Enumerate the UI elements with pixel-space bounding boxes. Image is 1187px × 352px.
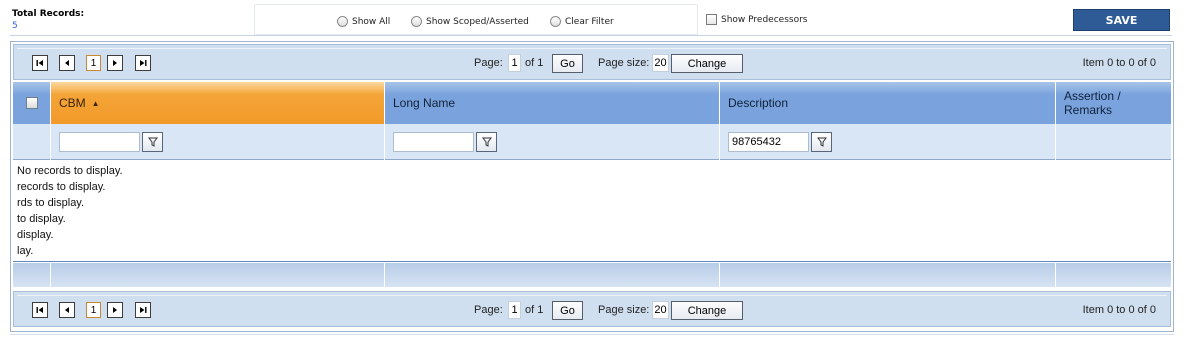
go-button[interactable]: Go [552,301,583,320]
total-records-label: Total Records: [12,9,85,19]
column-header-assertion-remarks[interactable]: Assertion / Remarks [1056,82,1171,124]
prev-page-icon [65,60,69,66]
page-input[interactable]: 1 [508,54,521,72]
description-filter-input[interactable]: 98765432 [728,132,809,152]
long-name-filter-button[interactable] [476,132,497,152]
column-header-label: Assertion / Remarks [1064,89,1121,117]
clear-filter-label: Clear Filter [565,16,614,27]
checkbox-icon[interactable] [706,14,717,25]
no-records-message: No records to display. [17,165,123,177]
column-header-long-name[interactable]: Long Name [385,82,720,124]
column-header-description[interactable]: Description [720,82,1056,124]
no-records-message: to display. [17,213,66,225]
page-of-label: of 1 [525,304,544,316]
last-page-icon [140,60,147,66]
divider [10,35,1172,36]
last-page-icon [140,307,147,313]
next-page-icon [113,307,117,313]
page-link-1[interactable]: 1 [86,55,101,71]
page-label: Page: [474,304,503,316]
long-name-filter-input[interactable] [393,132,474,152]
filter-cell-cbm [51,124,385,160]
prev-page-button[interactable] [59,302,75,318]
radio-button-icon[interactable] [550,16,561,27]
next-page-icon [113,60,117,66]
filter-cell-long-name [385,124,720,160]
page-size-label: Page size: [598,304,650,316]
page-of-label: of 1 [525,57,544,69]
item-range-info: Item 0 to 0 of 0 [1082,57,1156,69]
prev-page-icon [65,307,69,313]
last-page-button[interactable] [135,302,151,318]
filter-row: 98765432 [13,124,1171,160]
column-header-label: Long Name [393,96,456,110]
next-page-button[interactable] [107,302,123,318]
pager-bottom: 1 Page: 1 of 1 Go Page size: 20 Change I… [13,291,1171,327]
show-scoped-asserted-label: Show Scoped/Asserted [426,16,529,27]
show-predecessors-label: Show Predecessors [721,14,808,25]
prev-page-button[interactable] [59,55,75,71]
item-range-info: Item 0 to 0 of 0 [1082,304,1156,316]
last-page-button[interactable] [135,55,151,71]
next-page-button[interactable] [107,55,123,71]
show-predecessors-checkbox[interactable]: Show Predecessors [706,14,807,25]
total-records-value: 5 [12,21,18,31]
view-filter-group: Show All Show Scoped/Asserted Clear Filt… [254,4,698,35]
show-all-radio[interactable]: Show All [337,16,390,27]
grid-footer-row [13,263,1171,287]
clear-filter-radio[interactable]: Clear Filter [550,16,614,27]
save-button[interactable]: SAVE [1073,9,1170,31]
page-input[interactable]: 1 [508,301,521,319]
first-page-button[interactable] [32,55,48,71]
radio-button-icon[interactable] [337,16,348,27]
first-page-icon [36,307,43,313]
select-all-checkbox-icon[interactable] [25,97,38,109]
sort-ascending-icon: ▲ [91,98,100,108]
page-size-input[interactable]: 20 [652,301,669,319]
column-header-row: CBM ▲ Long Name Description Assertion / … [13,82,1171,124]
column-header-cbm[interactable]: CBM ▲ [51,82,385,124]
show-scoped-asserted-radio[interactable]: Show Scoped/Asserted [411,16,529,27]
no-records-message: display. [17,229,54,241]
column-header-label: Description [728,96,789,110]
column-header-label: CBM [59,96,86,110]
top-bar: Total Records: 5 Show All Show Scoped/As… [0,0,1187,38]
filter-icon [816,137,827,147]
radio-button-icon[interactable] [411,16,422,27]
divider [10,334,1174,335]
no-records-message: records to display. [17,181,106,193]
no-records-message: rds to display. [17,197,85,209]
cbm-filter-button[interactable] [142,132,163,152]
show-all-label: Show All [352,16,391,27]
change-page-size-button[interactable]: Change [671,301,743,320]
records-grid: 1 Page: 1 of 1 Go Page size: 20 Change I… [10,41,1174,332]
select-all-header[interactable] [13,82,51,124]
no-records-area: No records to display. records to displa… [13,161,1171,262]
filter-cell-description: 98765432 [720,124,1056,160]
first-page-button[interactable] [32,302,48,318]
first-page-icon [36,60,43,66]
filter-icon [147,137,158,147]
page-label: Page: [474,57,503,69]
pager-top: 1 Page: 1 of 1 Go Page size: 20 Change I… [13,44,1171,80]
page-size-input[interactable]: 20 [652,54,669,72]
description-filter-button[interactable] [811,132,832,152]
page-size-label: Page size: [598,57,650,69]
page-link-1[interactable]: 1 [86,302,101,318]
go-button[interactable]: Go [552,54,583,73]
cbm-filter-input[interactable] [59,132,140,152]
no-records-message: lay. [17,245,34,257]
filter-icon [481,137,492,147]
filter-cell-assertion-remarks [1056,124,1171,160]
change-page-size-button[interactable]: Change [671,54,743,73]
